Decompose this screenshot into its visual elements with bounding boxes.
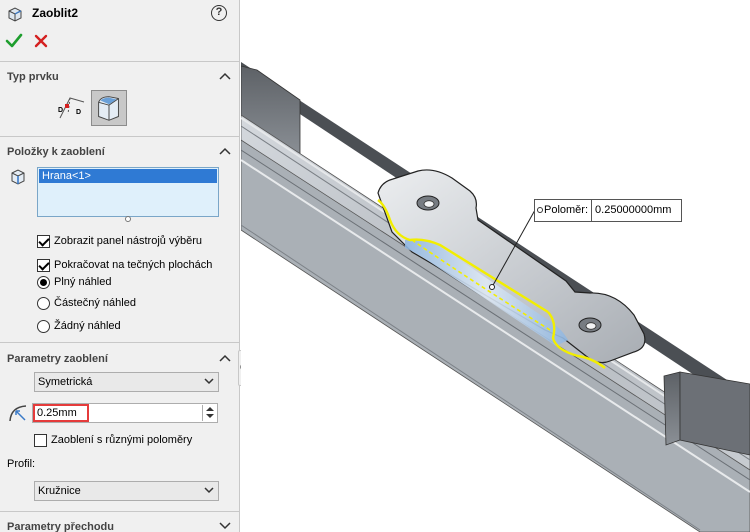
divider — [0, 61, 239, 62]
chevron-down-icon — [204, 378, 214, 385]
list-item[interactable]: Hrana<1> — [39, 169, 217, 183]
group-header-fillet-parameters[interactable]: Parametry zaoblení — [0, 348, 239, 370]
chevron-up-icon — [219, 354, 231, 362]
ok-check-icon[interactable] — [5, 32, 23, 50]
spin-down-icon[interactable] — [206, 414, 214, 418]
group-title: Parametry přechodu — [7, 521, 114, 532]
show-selection-toolbar-checkbox[interactable] — [37, 235, 50, 248]
cancel-x-icon[interactable] — [32, 32, 50, 50]
preview-none-label: Žádný náhled — [54, 320, 121, 332]
profile-dropdown[interactable]: Kružnice — [34, 481, 219, 501]
radius-icon — [9, 405, 27, 422]
callout-value[interactable]: 0.25000000mm — [592, 200, 681, 221]
radius-spinner[interactable] — [202, 405, 216, 421]
tangent-propagation-checkbox[interactable] — [37, 259, 50, 272]
group-title: Typ prvku — [7, 71, 59, 83]
group-header-transition-parameters[interactable]: Parametry přechodu — [0, 516, 239, 532]
divider — [0, 511, 239, 512]
divider — [0, 136, 239, 137]
svg-text:D: D — [76, 109, 81, 116]
chevron-down-icon — [219, 522, 231, 530]
preview-none-radio[interactable] — [37, 320, 50, 333]
feature-title: Zaoblit2 — [32, 6, 79, 20]
divider — [0, 342, 239, 343]
edge-selection-icon — [11, 169, 25, 185]
show-selection-toolbar-label: Zobrazit panel nástrojů výběru — [54, 235, 202, 247]
group-header-feature-type[interactable]: Typ prvku — [0, 66, 239, 88]
callout-anchor-dot — [537, 207, 543, 213]
preview-partial-label: Částečný náhled — [54, 297, 136, 309]
multi-radius-checkbox[interactable] — [34, 434, 47, 447]
fillet-type-face-icon[interactable] — [91, 90, 127, 126]
profile-value: Kružnice — [38, 485, 81, 497]
fillet-method-value: Symetrická — [38, 376, 93, 388]
help-button[interactable]: ? — [211, 5, 227, 21]
preview-full-radio[interactable] — [37, 276, 50, 289]
profile-label: Profil: — [7, 458, 36, 470]
radius-input[interactable]: 0.25mm — [33, 404, 89, 422]
chevron-up-icon — [219, 72, 231, 80]
group-transition-parameters: Parametry přechodu — [0, 516, 239, 532]
listbox-resize-grip[interactable] — [125, 216, 131, 222]
svg-text:D: D — [58, 107, 63, 114]
panel-titlebar: Zaoblit2 ? — [0, 0, 239, 28]
radius-field[interactable]: 0.25mm — [32, 403, 218, 423]
chevron-down-icon — [204, 487, 214, 494]
chevron-up-icon — [219, 147, 231, 155]
spin-up-icon[interactable] — [206, 407, 214, 411]
items-listbox[interactable]: Hrana<1> — [37, 167, 219, 217]
callout-label: Poloměr: — [535, 200, 593, 221]
fillet-method-dropdown[interactable]: Symetrická — [34, 372, 219, 392]
preview-partial-radio[interactable] — [37, 297, 50, 310]
graphics-viewport[interactable] — [241, 0, 750, 532]
sheet-metal-model[interactable] — [241, 0, 750, 532]
group-header-items-to-fillet[interactable]: Položky k zaoblení — [0, 141, 239, 163]
fillet-feature-icon — [8, 7, 22, 22]
multi-radius-label: Zaoblení s různými poloměry — [51, 434, 193, 446]
group-title: Položky k zaoblení — [7, 146, 105, 158]
group-title: Parametry zaoblení — [7, 353, 108, 365]
radius-callout[interactable]: Poloměr: 0.25000000mm — [534, 199, 683, 222]
fillet-type-constant-size-icon[interactable]: D D — [54, 90, 90, 126]
tangent-propagation-label: Pokračovat na tečných plochách — [54, 259, 213, 271]
preview-full-label: Plný náhled — [54, 276, 112, 288]
property-manager-panel: Zaoblit2 ? Typ prvku D D Položky k zaobl… — [0, 0, 240, 532]
